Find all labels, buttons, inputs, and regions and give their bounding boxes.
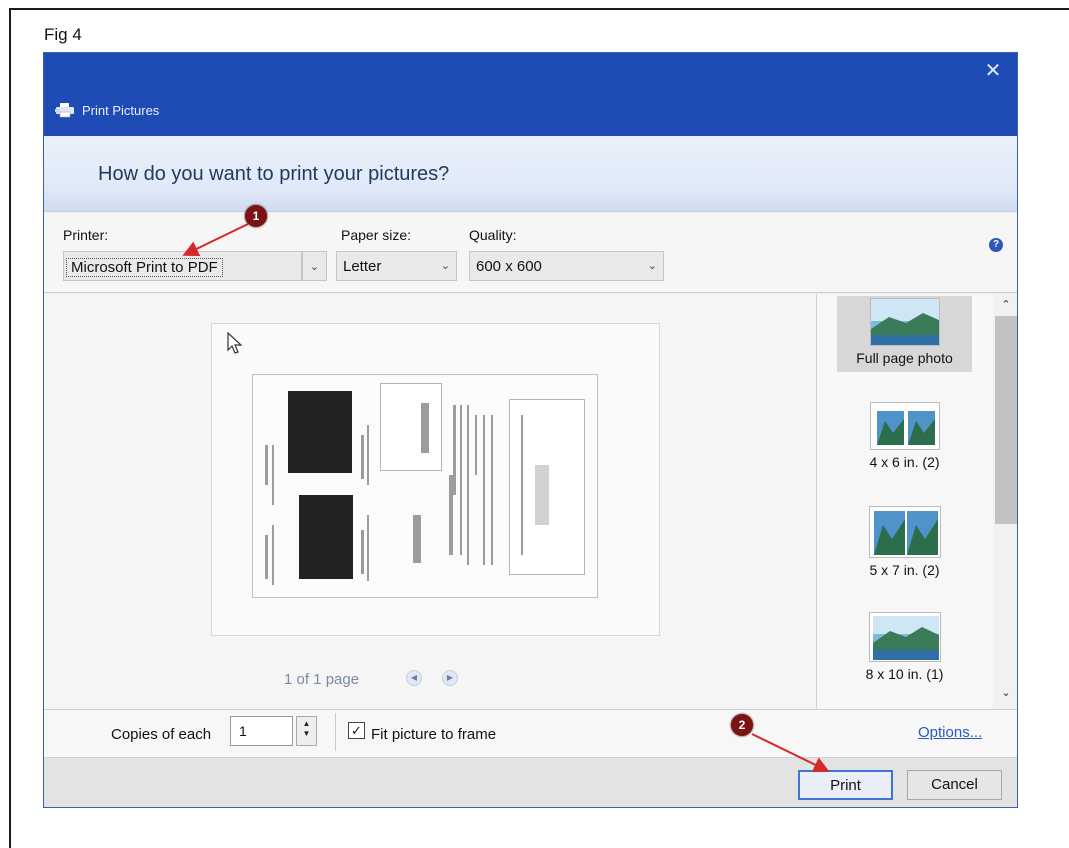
layout-item-5x7[interactable]: 5 x 7 in. (2): [837, 506, 972, 586]
close-icon[interactable]: ✕: [983, 61, 1003, 81]
paper-size-select[interactable]: Letter ⌄: [336, 251, 457, 281]
layout-list: Full page photo 4 x 6 in. (2) 5 x 7 in. …: [816, 294, 993, 709]
layout-item-8x10[interactable]: 8 x 10 in. (1): [837, 612, 972, 690]
image-block: [265, 445, 268, 485]
previous-page-icon[interactable]: ◀: [406, 670, 422, 686]
options-link[interactable]: Options...: [918, 724, 982, 741]
printer-select[interactable]: Microsoft Print to PDF: [63, 251, 302, 281]
chevron-down-icon[interactable]: ⌄: [993, 686, 1017, 699]
image-block: [265, 535, 268, 579]
image-block: [367, 515, 369, 581]
layout-scrollbar[interactable]: ⌃ ⌄: [993, 294, 1017, 709]
print-button[interactable]: Print: [798, 770, 893, 800]
scrollbar-thumb[interactable]: [995, 316, 1017, 524]
image-block: [475, 415, 477, 475]
cancel-button[interactable]: Cancel: [907, 770, 1002, 800]
instruction-header: How do you want to print your pictures?: [44, 136, 1017, 212]
portrait-pair-thumbnail: [868, 506, 941, 558]
print-pictures-dialog: ✕ Print Pictures How do you want to prin…: [43, 52, 1018, 808]
fit-picture-checkbox[interactable]: ✓: [348, 722, 365, 739]
copies-stepper[interactable]: ▲ ▼: [296, 716, 317, 746]
next-page-icon[interactable]: ▶: [442, 670, 458, 686]
layout-caption: 5 x 7 in. (2): [869, 562, 940, 578]
layout-caption: 8 x 10 in. (1): [865, 666, 944, 682]
printer-label: Printer:: [63, 227, 109, 243]
window-title: Print Pictures: [82, 103, 160, 118]
image-block: [491, 415, 493, 565]
preview-page: [211, 323, 660, 636]
image-block: [288, 391, 352, 473]
quality-label: Quality:: [469, 227, 517, 243]
title-bar: ✕ Print Pictures: [44, 53, 1017, 136]
printer-icon: [55, 103, 74, 118]
image-block: [380, 383, 442, 471]
chevron-down-icon: ⌄: [440, 260, 450, 272]
print-settings-bar: Printer: Microsoft Print to PDF ⌄ Paper …: [44, 213, 1017, 293]
portrait-pair-thumbnail: [869, 402, 940, 450]
annotation-marker-2: 2: [731, 714, 753, 736]
image-block: [272, 445, 274, 505]
copies-label: Copies of each: [111, 726, 212, 743]
layout-item-4x6[interactable]: 4 x 6 in. (2): [837, 402, 972, 478]
image-block: [483, 415, 485, 565]
fit-picture-label[interactable]: Fit picture to frame: [371, 726, 496, 743]
chevron-down-icon[interactable]: ⌄: [302, 251, 327, 281]
mouse-pointer-icon: [227, 332, 243, 354]
image-block: [467, 405, 469, 565]
layout-caption: 4 x 6 in. (2): [869, 454, 940, 470]
print-preview-pane: 1 of 1 page ◀ ▶: [44, 294, 816, 709]
copies-bar: Copies of each 1 ▲ ▼ ✓ Fit picture to fr…: [44, 709, 1017, 757]
divider: [335, 713, 336, 751]
preview-image: [252, 374, 598, 598]
paper-size-label: Paper size:: [341, 227, 412, 243]
image-block: [413, 515, 421, 563]
triangle-down-icon[interactable]: ▼: [297, 729, 316, 743]
chevron-down-icon: ⌄: [647, 260, 657, 272]
image-block: [521, 415, 523, 555]
image-block: [361, 435, 364, 479]
quality-value: 600 x 600: [476, 258, 542, 275]
layout-item-full-page[interactable]: Full page photo: [837, 296, 972, 372]
printer-select-value: Microsoft Print to PDF: [66, 258, 223, 277]
image-block: [421, 403, 429, 453]
image-block: [535, 465, 549, 525]
image-block: [361, 530, 364, 574]
image-block: [272, 525, 274, 585]
figure-label: Fig 4: [44, 25, 82, 44]
annotation-marker-1: 1: [245, 205, 267, 227]
image-block: [460, 405, 462, 555]
image-block: [299, 495, 353, 579]
layout-caption: Full page photo: [856, 350, 953, 366]
paper-size-value: Letter: [343, 258, 382, 275]
quality-select[interactable]: 600 x 600 ⌄: [469, 251, 664, 281]
image-block: [449, 475, 453, 555]
page-indicator: 1 of 1 page: [284, 671, 360, 688]
help-icon[interactable]: ?: [989, 238, 1003, 252]
page-title: How do you want to print your pictures?: [98, 163, 450, 185]
copies-input[interactable]: 1: [230, 716, 293, 746]
image-block: [453, 405, 456, 495]
image-block: [367, 425, 369, 485]
chevron-up-icon[interactable]: ⌃: [993, 298, 1017, 311]
landscape-thumbnail: [869, 298, 940, 346]
dialog-footer: Print Cancel: [44, 757, 1017, 807]
landscape-thumbnail: [868, 612, 941, 662]
